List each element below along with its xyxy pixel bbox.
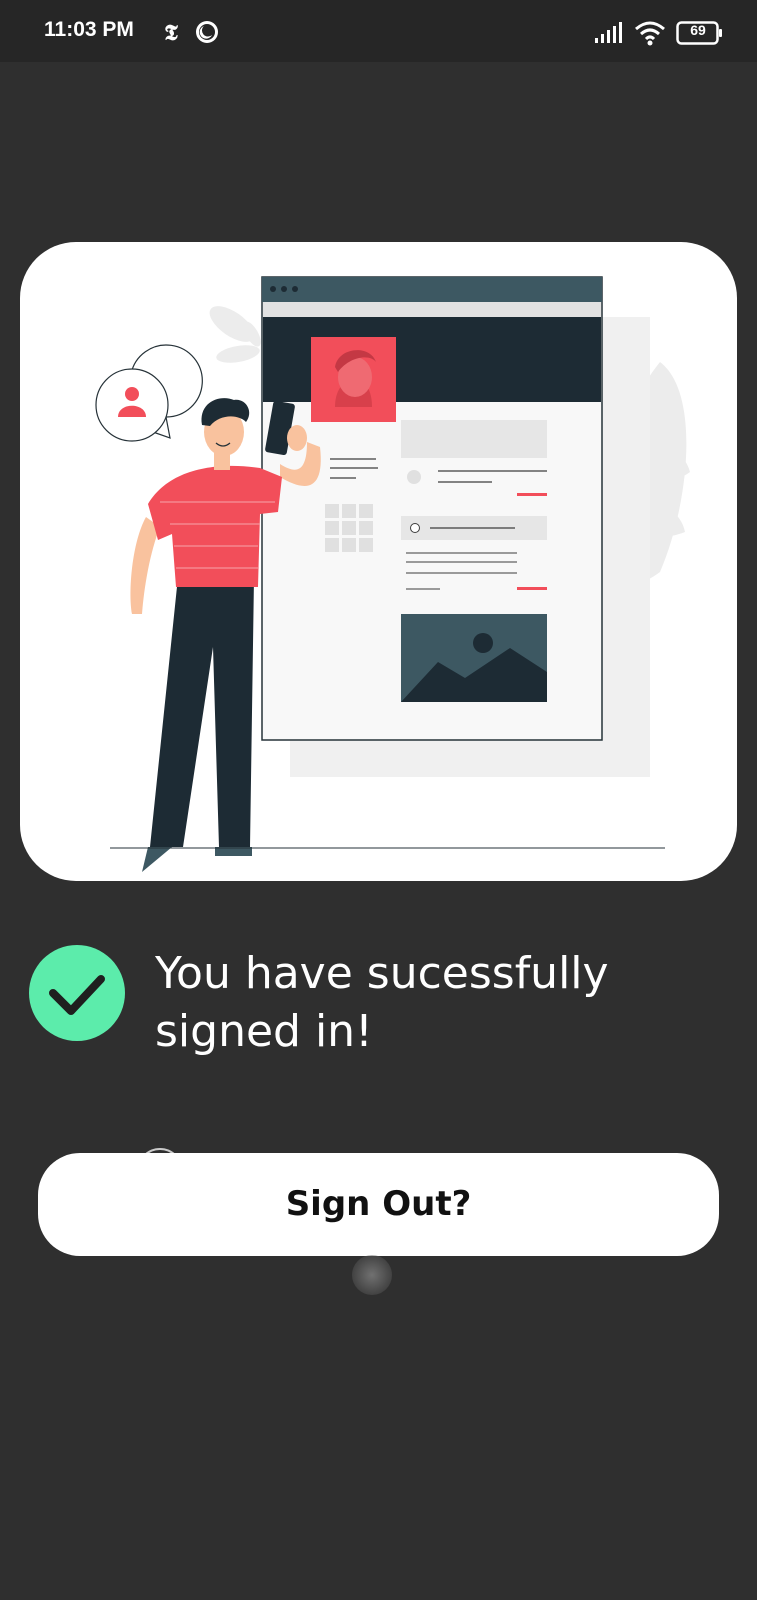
illustration-card [20, 242, 737, 881]
success-message: You have sucessfully signed in! [155, 948, 609, 1057]
check-circle-icon [29, 945, 125, 1041]
svg-text:𝕿: 𝕿 [164, 20, 178, 44]
touch-ripple [137, 1148, 183, 1194]
status-time: 11:03 PM [44, 18, 134, 41]
browser-window [261, 276, 603, 741]
nytimes-icon: 𝕿 [164, 20, 178, 44]
status-bar: 11:03 PM 𝕿 69 [0, 0, 757, 62]
signal-icon [595, 22, 622, 43]
wifi-icon [635, 21, 665, 46]
touch-indicator [352, 1255, 392, 1295]
moon-icon [196, 21, 218, 43]
touch-ripple [532, 1202, 578, 1248]
speech-bubble-user-icon [95, 344, 203, 442]
leaf-left-decoration [209, 306, 261, 363]
user-signin-illustration [95, 276, 690, 872]
battery-level: 69 [690, 22, 706, 38]
